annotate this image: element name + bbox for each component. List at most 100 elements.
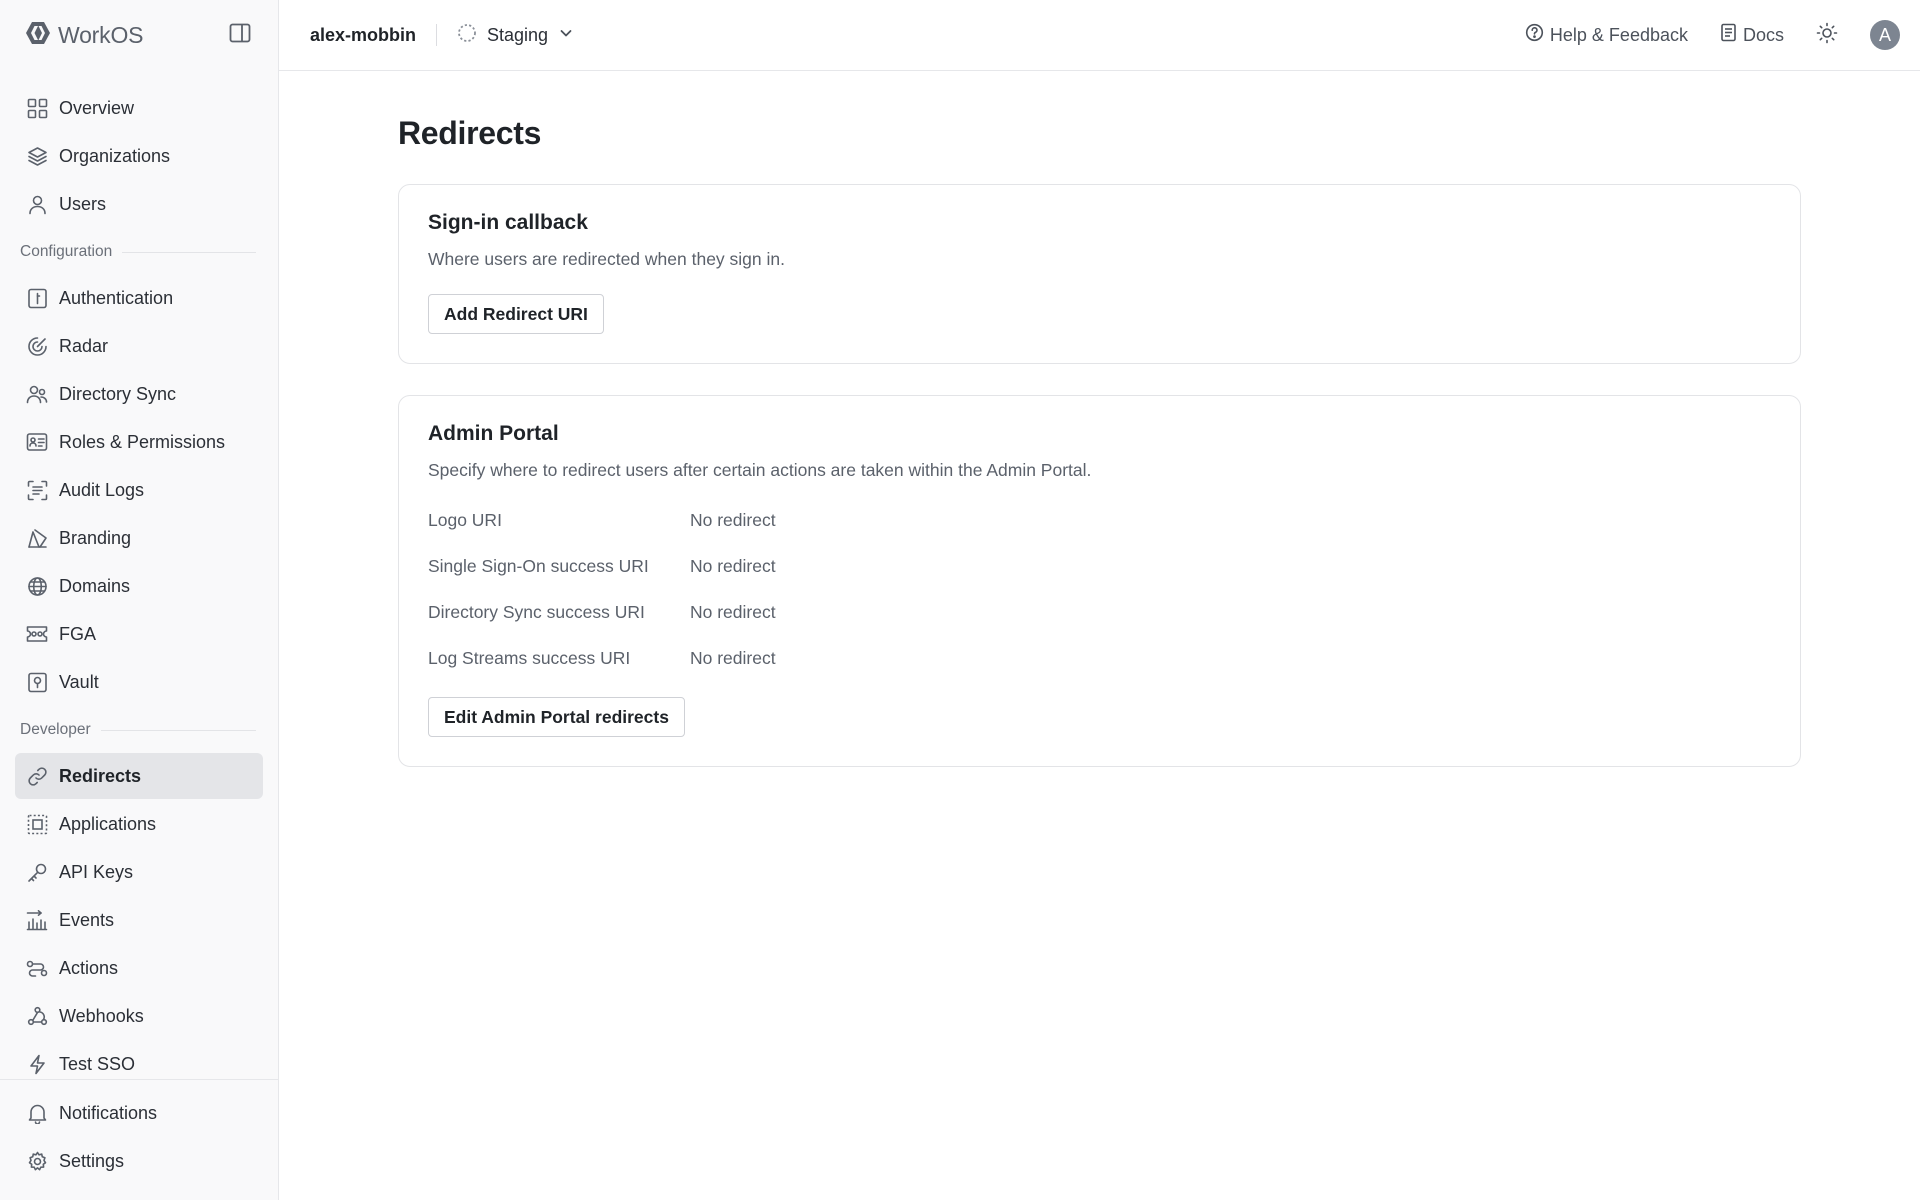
sidebar-item-redirects[interactable]: Redirects: [15, 753, 263, 799]
sidebar-item-label: Vault: [59, 671, 99, 692]
bolt-icon: [26, 1053, 48, 1075]
sidebar-item-applications[interactable]: Applications: [15, 801, 263, 847]
help-feedback-link[interactable]: Help & Feedback: [1525, 23, 1688, 47]
bell-icon: [26, 1102, 48, 1124]
sidebar-item-notifications[interactable]: Notifications: [15, 1090, 263, 1136]
sidebar-item-radar[interactable]: Radar: [15, 323, 263, 369]
top-nav-group: Overview Organizations Users: [0, 85, 278, 227]
sidebar-item-label: Settings: [59, 1150, 125, 1171]
topbar-divider: [436, 24, 438, 46]
section-developer: Developer: [0, 707, 278, 753]
section-configuration: Configuration: [0, 229, 278, 275]
redirect-row-directory-sync-success-uri: Directory Sync success URI No redirect: [428, 589, 1771, 635]
key-icon: [26, 861, 48, 883]
sidebar-item-label: Branding: [59, 527, 132, 548]
sidebar-toggle-button[interactable]: [228, 23, 252, 47]
events-icon: [26, 909, 48, 931]
topbar-right: Help & Feedback Docs A: [1525, 20, 1900, 50]
admin-portal-card: Admin Portal Specify where to redirect u…: [398, 395, 1801, 767]
gear-icon: [26, 1150, 48, 1172]
sidebar-item-label: Events: [59, 909, 115, 930]
sidebar-item-api-keys[interactable]: API Keys: [15, 849, 263, 895]
sidebar-item-label: Notifications: [59, 1102, 158, 1123]
sidebar-item-label: API Keys: [59, 861, 134, 882]
sidebar-item-label: Domains: [59, 575, 131, 596]
bottom-nav-group: Notifications Settings: [0, 1090, 278, 1184]
section-divider: [122, 251, 256, 253]
sidebar-item-label: Actions: [59, 957, 119, 978]
config-nav-group: Authentication Radar Directory Sync Roles &…: [0, 275, 278, 705]
app-frame-icon: [26, 813, 48, 835]
user-icon: [26, 193, 48, 215]
link-icon: [26, 765, 48, 787]
topbar: alex-mobbin Staging Help & Feedback Docs…: [279, 0, 1920, 71]
dev-nav-group: Redirects Applications API Keys Events Actio…: [0, 753, 278, 1080]
key-box-icon: [26, 287, 48, 309]
sidebar-item-users[interactable]: Users: [15, 181, 263, 227]
sidebar-item-audit-logs[interactable]: Audit Logs: [15, 467, 263, 513]
sun-icon: [1816, 22, 1838, 49]
main-area: alex-mobbin Staging Help & Feedback Docs…: [279, 0, 1920, 1200]
redirect-row-label: Single Sign-On success URI: [428, 555, 649, 576]
topbar-left: alex-mobbin Staging: [310, 23, 574, 48]
brand-logo[interactable]: WorkOS: [25, 21, 143, 50]
sidebar-item-label: Authentication: [59, 287, 174, 308]
team-name[interactable]: alex-mobbin: [310, 25, 416, 46]
docs-link[interactable]: Docs: [1720, 23, 1784, 47]
sidebar-item-directory-sync[interactable]: Directory Sync: [15, 371, 263, 417]
signin-callback-description: Where users are redirected when they sig…: [428, 249, 785, 269]
sidebar-item-authentication[interactable]: Authentication: [15, 275, 263, 321]
redirect-row-sso-success-uri: Single Sign-On success URI No redirect: [428, 543, 1771, 589]
sidebar-item-label: Audit Logs: [59, 479, 145, 500]
sidebar-item-domains[interactable]: Domains: [15, 563, 263, 609]
radar-icon: [26, 335, 48, 357]
page-content: Redirects Sign-in callback Where users a…: [279, 71, 1920, 798]
admin-portal-redirect-list: Logo URI No redirect Single Sign-On succ…: [428, 497, 1771, 681]
sidebar-item-organizations[interactable]: Organizations: [15, 133, 263, 179]
redirect-row-value: No redirect: [690, 555, 776, 576]
admin-portal-title: Admin Portal: [428, 422, 559, 445]
sidebar-item-actions[interactable]: Actions: [15, 945, 263, 991]
add-redirect-uri-button[interactable]: Add Redirect URI: [428, 294, 604, 334]
sidebar-item-label: Redirects: [59, 765, 142, 786]
help-circle-icon: [1525, 23, 1544, 47]
sidebar-item-label: FGA: [59, 623, 97, 644]
sidebar-item-settings[interactable]: Settings: [15, 1138, 263, 1184]
sidebar-item-label: Users: [59, 193, 107, 214]
sidebar-nav: Overview Organizations Users Configuration…: [0, 85, 278, 1080]
user-avatar[interactable]: A: [1870, 20, 1900, 50]
edit-admin-portal-redirects-button[interactable]: Edit Admin Portal redirects: [428, 697, 685, 737]
sidebar-item-label: Webhooks: [59, 1005, 144, 1026]
theme-toggle-button[interactable]: [1816, 22, 1838, 49]
brush-icon: [26, 527, 48, 549]
signin-callback-title: Sign-in callback: [428, 211, 588, 234]
layers-icon: [26, 145, 48, 167]
sidebar-item-test-sso[interactable]: Test SSO: [15, 1041, 263, 1080]
sidebar-item-label: Organizations: [59, 145, 171, 166]
ticket-icon: [26, 623, 48, 645]
workos-logo-icon: [25, 21, 51, 50]
vault-icon: [26, 671, 48, 693]
redirect-row-label: Logo URI: [428, 509, 502, 530]
admin-portal-description: Specify where to redirect users after ce…: [428, 460, 1092, 480]
redirect-row-label: Log Streams success URI: [428, 647, 631, 668]
redirect-row-logo-uri: Logo URI No redirect: [428, 497, 1771, 543]
sidebar-item-events[interactable]: Events: [15, 897, 263, 943]
document-icon: [1720, 23, 1737, 47]
sidebar-item-webhooks[interactable]: Webhooks: [15, 993, 263, 1039]
sidebar-item-roles-and-permissions[interactable]: Roles & Permissions: [15, 419, 263, 465]
sidebar-item-fga[interactable]: FGA: [15, 611, 263, 657]
sidebar-item-branding[interactable]: Branding: [15, 515, 263, 561]
redirect-row-value: No redirect: [690, 601, 776, 622]
section-developer-label: Developer: [20, 721, 91, 738]
sidebar-item-vault[interactable]: Vault: [15, 659, 263, 705]
redirect-row-log-streams-success-uri: Log Streams success URI No redirect: [428, 635, 1771, 681]
sidebar-panel-icon: [229, 23, 251, 48]
staging-dotted-circle-icon: [457, 23, 477, 48]
redirect-row-label: Directory Sync success URI: [428, 601, 645, 622]
page-title: Redirects: [398, 115, 542, 151]
environment-selector[interactable]: Staging: [457, 23, 574, 48]
scan-list-icon: [26, 479, 48, 501]
sidebar-item-overview[interactable]: Overview: [15, 85, 263, 131]
docs-label: Docs: [1742, 24, 1784, 45]
